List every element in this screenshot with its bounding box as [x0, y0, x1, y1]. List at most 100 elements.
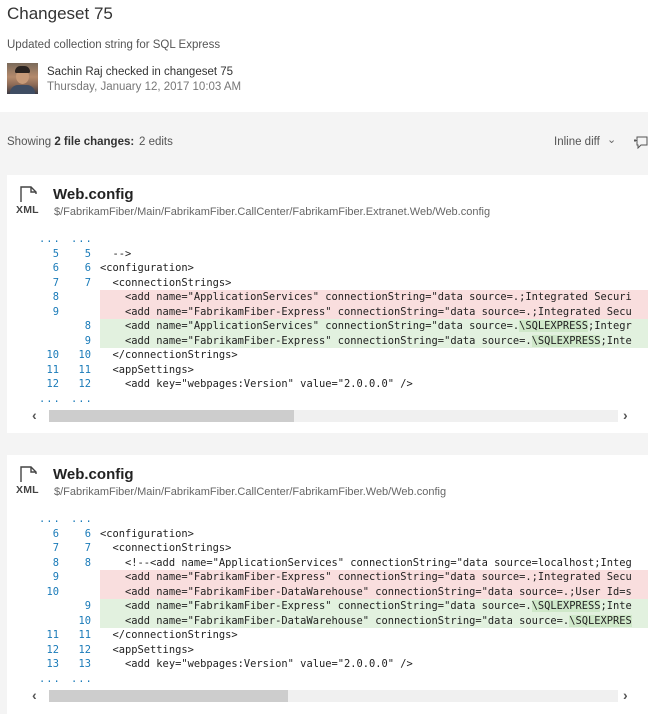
diff-expand-lines[interactable]: ...... [7, 512, 648, 527]
diff-line-removed: 9 <add name="FabrikamFiber-Express" conn… [7, 570, 648, 585]
old-line-number: 9 [52, 305, 59, 318]
diff-line-added: 8 <add name="ApplicationServices" connec… [7, 319, 648, 334]
new-line-number: 10 [78, 349, 91, 361]
code-text: <add name="FabrikamFiber-Express" connec… [100, 570, 648, 585]
diff-line-added: 9 <add name="FabrikamFiber-Express" conn… [7, 333, 648, 348]
old-line-number: 12 [46, 378, 59, 390]
page-title: Changeset 75 [7, 4, 113, 23]
changeset-header: Changeset 75 Updated collection string f… [0, 0, 648, 112]
old-line-number: 11 [46, 363, 59, 376]
scrollbar-thumb[interactable] [49, 690, 288, 702]
new-line-number: 10 [78, 614, 91, 627]
code-text: <add name="ApplicationServices" connecti… [100, 290, 648, 305]
new-line-number: 12 [78, 643, 91, 656]
old-line-number: 5 [52, 247, 59, 260]
diff-line: 11 11 </connectionStrings> [7, 628, 648, 643]
new-line-number: 11 [78, 363, 91, 376]
code-text: <add key="webpages:Version" value="2.0.0… [100, 378, 413, 390]
new-line-number: ... [71, 392, 93, 405]
new-line-number: 13 [78, 658, 91, 670]
code-text: <add name="FabrikamFiber-DataWarehouse" … [100, 613, 648, 628]
old-line-number: 6 [52, 527, 59, 540]
changed-text-highlight: \SQLEXPRES [569, 614, 632, 627]
new-line-number: ... [71, 513, 93, 525]
old-line-number: ... [39, 233, 61, 245]
code-text: <connectionStrings> [100, 276, 232, 289]
code-text: </connectionStrings> [100, 629, 238, 641]
diff-line: 12 12 <add key="webpages:Version" value="… [7, 377, 648, 392]
file-changes-summary: Showing 2 file changes: [7, 136, 135, 148]
code-text: <!--<add name="ApplicationServices" conn… [100, 556, 632, 569]
scroll-left-arrow[interactable]: ‹ [32, 407, 37, 423]
changed-text-highlight: \SQLEXPRESS [531, 600, 601, 612]
new-line-number: 8 [84, 320, 91, 332]
diff-mode-dropdown[interactable]: Inline diff [554, 136, 600, 148]
diff-line: 8 8 <!--<add name="ApplicationServices" c… [7, 556, 648, 571]
code-text: --> [100, 247, 132, 260]
edits-count: 2 edits [139, 136, 173, 148]
horizontal-scrollbar[interactable]: ‹ › [27, 407, 648, 424]
file-diff-card: XML Web.config $/FabrikamFiber/Main/Fabr… [7, 175, 648, 433]
old-line-number: 9 [52, 571, 59, 583]
diff-view: ...... 5 5 --> 6 6 <configuration> 7 7 <connect… [7, 232, 648, 406]
old-line-number: 10 [46, 585, 59, 598]
code-text: <appSettings> [100, 363, 194, 376]
old-line-number: ... [39, 672, 61, 685]
old-line-number: ... [39, 392, 61, 405]
new-line-number: 8 [84, 556, 91, 569]
code-text: <add name="ApplicationServices" connecti… [100, 319, 648, 334]
scroll-right-arrow[interactable]: › [623, 407, 628, 423]
code-text: <add key="webpages:Version" value="2.0.0… [100, 658, 413, 670]
file-changes-count: 2 file changes: [54, 136, 135, 148]
diff-line: 6 6 <configuration> [7, 527, 648, 542]
file-name[interactable]: Web.config [53, 186, 134, 203]
old-line-number: 10 [46, 349, 59, 361]
xml-file-icon: XML [16, 466, 44, 500]
add-comment-icon[interactable] [633, 136, 648, 150]
avatar[interactable] [7, 63, 38, 94]
old-line-number: 6 [52, 262, 59, 274]
scroll-left-arrow[interactable]: ‹ [32, 687, 37, 703]
old-line-number: 7 [52, 542, 59, 554]
diff-line: 6 6 <configuration> [7, 261, 648, 276]
file-name[interactable]: Web.config [53, 466, 134, 483]
scrollbar-thumb[interactable] [49, 410, 294, 422]
diff-line: 10 10 </connectionStrings> [7, 348, 648, 363]
code-text: <add name="FabrikamFiber-Express" connec… [100, 599, 648, 614]
changed-text-highlight: \SQLEXPRESS [519, 320, 588, 332]
chevron-down-icon[interactable]: ⌄ [607, 133, 616, 146]
new-line-number: 7 [84, 276, 91, 289]
new-line-number: 9 [84, 334, 91, 347]
diff-line-removed: 8 <add name="ApplicationServices" connec… [7, 290, 648, 305]
old-line-number: 7 [52, 276, 59, 289]
new-line-number: ... [71, 672, 93, 685]
new-line-number: 7 [84, 542, 91, 554]
diff-line: 12 12 <appSettings> [7, 643, 648, 658]
diff-expand-lines[interactable]: ...... [7, 232, 648, 247]
old-line-number: 8 [52, 291, 59, 303]
scroll-right-arrow[interactable]: › [623, 687, 628, 703]
old-line-number: ... [39, 513, 61, 525]
file-path: $/FabrikamFiber/Main/FabrikamFiber.CallC… [54, 206, 491, 218]
diff-line-removed: 9 <add name="FabrikamFiber-Express" conn… [7, 304, 648, 319]
code-text: </connectionStrings> [100, 349, 238, 361]
diff-expand-lines[interactable]: ...... [7, 672, 648, 687]
diff-view: ...... 6 6 <configuration> 7 7 <connectionStr… [7, 512, 648, 686]
diff-line: 11 11 <appSettings> [7, 363, 648, 378]
code-text: <add name="FabrikamFiber-DataWarehouse" … [100, 584, 648, 599]
diff-line: 7 7 <connectionStrings> [7, 541, 648, 556]
code-text: <appSettings> [100, 643, 194, 656]
code-text: <add name="FabrikamFiber-Express" connec… [100, 333, 648, 348]
horizontal-scrollbar[interactable]: ‹ › [27, 687, 648, 704]
author-line: Sachin Raj checked in changeset 75 [47, 66, 234, 78]
code-text: <connectionStrings> [100, 542, 232, 554]
old-line-number: 11 [46, 629, 59, 641]
diff-line-removed: 10 <add name="FabrikamFiber-DataWarehous… [7, 584, 648, 599]
file-path: $/FabrikamFiber/Main/FabrikamFiber.CallC… [54, 486, 447, 498]
diff-expand-lines[interactable]: ...... [7, 392, 648, 407]
new-line-number: 12 [78, 378, 91, 390]
diff-line: 13 13 <add key="webpages:Version" value="… [7, 657, 648, 672]
new-line-number: ... [71, 233, 93, 245]
code-text: <add name="FabrikamFiber-Express" connec… [100, 304, 648, 319]
code-text: <configuration> [100, 262, 194, 274]
